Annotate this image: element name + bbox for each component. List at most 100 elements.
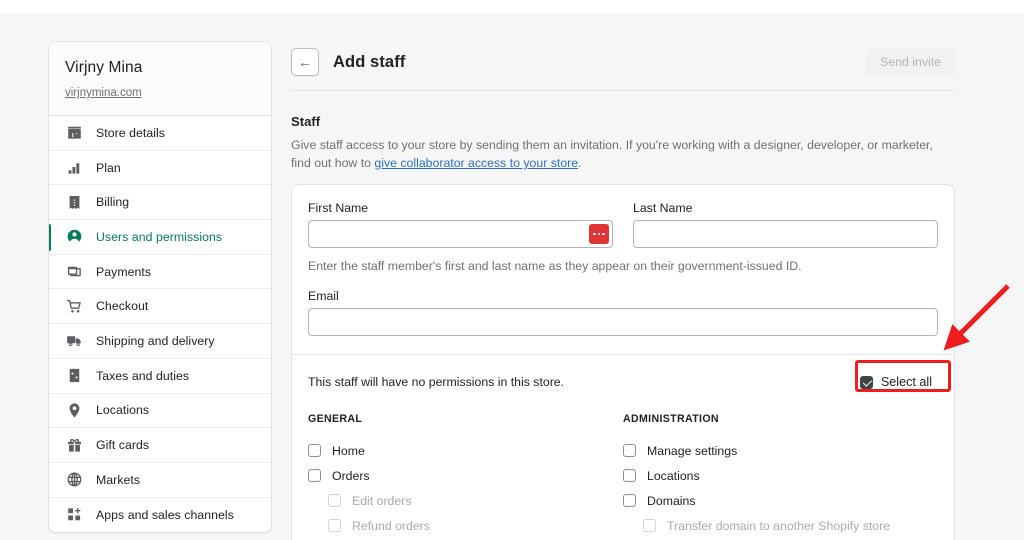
staff-section-title: Staff — [291, 114, 321, 129]
store-name: Virjny Mina — [65, 59, 143, 76]
name-row: First Name Last Name — [308, 201, 938, 248]
sidebar-item-billing[interactable]: Billing — [49, 185, 271, 221]
staff-form-body: First Name Last Name Enter the staff mem — [292, 185, 954, 354]
user-icon — [66, 228, 83, 245]
permission-label: Domains — [647, 493, 696, 508]
sidebar-item-locations[interactable]: Locations — [49, 394, 271, 429]
sidebar-item-checkout[interactable]: Checkout — [49, 289, 271, 325]
send-invite-button[interactable]: Send invite — [866, 48, 955, 76]
main-content: ← Add staff Send invite Staff Give staff… — [291, 41, 955, 540]
last-name-input[interactable] — [633, 220, 938, 248]
page-title: Add staff — [333, 52, 406, 71]
permission-checkbox-edit-orders — [328, 494, 341, 507]
permission-checkbox-locations[interactable] — [623, 469, 636, 482]
permission-checkbox-home[interactable] — [308, 444, 321, 457]
general-permission-list: HomeOrdersEdit ordersRefund ordersCharge… — [308, 438, 623, 540]
globe-icon — [66, 471, 83, 488]
permission-label: Manage settings — [647, 443, 738, 458]
permission-label: Locations — [647, 468, 700, 483]
permission-checkbox-transfer-domain-to-another-shopify-store — [643, 519, 656, 532]
gift-icon — [66, 437, 83, 454]
permission-label: Orders — [332, 468, 370, 483]
email-field-group: Email — [308, 289, 938, 336]
sidebar-item-plan[interactable]: Plan — [49, 151, 271, 186]
sidebar-nav-list: Store details Plan Billing Users and permis… — [49, 116, 271, 532]
sidebar-item-users-and-permissions[interactable]: Users and permissions — [49, 220, 271, 255]
permission-item-transfer-domain-to-another-shopify-store: Transfer domain to another Shopify store — [623, 513, 938, 538]
collaborator-access-link[interactable]: give collaborator access to your store — [374, 156, 578, 170]
sidebar-item-label: Checkout — [96, 299, 149, 314]
sidebar-item-label: Apps and sales channels — [96, 507, 234, 522]
sidebar-item-payments[interactable]: Payments — [49, 255, 271, 290]
sidebar-item-label: Users and permissions — [96, 229, 223, 244]
permissions-column-administration: ADMINISTRATION Manage settings Locations D… — [623, 413, 938, 540]
percent-icon — [66, 367, 83, 384]
permission-item-domains[interactable]: Domains — [623, 488, 938, 513]
sidebar-item-label: Store details — [96, 125, 166, 140]
sidebar-item-taxes-and-duties[interactable]: Taxes and duties — [49, 359, 271, 394]
staff-section-description: Give staff access to your store by sendi… — [291, 136, 939, 172]
select-all-checkbox[interactable] — [859, 375, 873, 389]
last-name-field-group: Last Name — [633, 201, 938, 248]
store-domain-link[interactable]: virjnymina.com — [65, 87, 142, 99]
first-name-input-wrap — [308, 220, 613, 248]
permission-checkbox-refund-orders — [328, 519, 341, 532]
sidebar-item-store-details[interactable]: Store details — [49, 116, 271, 151]
settings-sidebar: Virjny Mina virjnymina.com Store details… — [48, 41, 272, 534]
select-all-label: Select all — [880, 375, 932, 389]
name-help-text: Enter the staff member's first and last … — [308, 259, 802, 273]
permission-label: Refund orders — [352, 518, 430, 533]
permission-label: Home — [332, 443, 365, 458]
permissions-note: This staff will have no permissions in t… — [308, 375, 565, 389]
sidebar-item-label: Gift cards — [96, 438, 150, 453]
sidebar-item-shipping-and-delivery[interactable]: Shipping and delivery — [49, 324, 271, 359]
last-name-input-wrap — [633, 220, 938, 248]
password-manager-icon[interactable] — [589, 224, 609, 244]
payments-icon — [66, 263, 83, 280]
billing-icon — [66, 194, 83, 211]
permissions-header: This staff will have no permissions in t… — [292, 355, 954, 392]
administration-permission-list: Manage settings Locations Domains Transfer … — [623, 438, 938, 540]
last-name-label: Last Name — [633, 201, 693, 215]
store-header: Virjny Mina virjnymina.com — [49, 42, 271, 116]
permissions-columns: GENERAL Home Orders Edit orders Refund orde… — [292, 392, 954, 540]
permission-label: Transfer domain to another Shopify store — [667, 518, 891, 533]
page-header: ← Add staff Send invite — [291, 41, 955, 83]
permission-item-manage-settings[interactable]: Manage settings — [623, 438, 938, 463]
first-name-input[interactable] — [308, 220, 613, 248]
store-icon — [66, 124, 83, 141]
first-name-field-group: First Name — [308, 201, 613, 248]
permission-checkbox-domains[interactable] — [623, 494, 636, 507]
sidebar-item-label: Taxes and duties — [96, 368, 190, 383]
permission-item-refund-orders: Refund orders — [308, 513, 623, 538]
app-page: Virjny Mina virjnymina.com Store details… — [0, 0, 1024, 540]
sidebar-item-label: Payments — [96, 264, 152, 279]
administration-column-title: ADMINISTRATION — [623, 413, 719, 425]
sidebar-item-gift-cards[interactable]: Gift cards — [49, 428, 271, 463]
pin-icon — [66, 402, 83, 419]
sidebar-item-label: Billing — [96, 195, 130, 210]
permission-item-edit-orders: Edit orders — [308, 488, 623, 513]
truck-icon — [66, 332, 83, 349]
staff-desc-text-after: . — [578, 156, 582, 170]
plan-icon — [66, 159, 83, 176]
permission-checkbox-orders[interactable] — [308, 469, 321, 482]
permission-checkbox-manage-settings[interactable] — [623, 444, 636, 457]
sidebar-item-apps-and-sales-channels[interactable]: Apps and sales channels — [49, 498, 271, 533]
header-divider — [291, 90, 955, 91]
apps-icon — [66, 506, 83, 523]
select-all-checkbox-row[interactable]: Select all — [854, 372, 938, 392]
sidebar-item-label: Plan — [96, 160, 121, 175]
back-button[interactable]: ← — [291, 48, 319, 76]
email-label: Email — [308, 289, 339, 303]
sidebar-item-label: Shipping and delivery — [96, 333, 215, 348]
sidebar-item-markets[interactable]: Markets — [49, 463, 271, 498]
permissions-column-general: GENERAL Home Orders Edit orders Refund orde… — [308, 413, 623, 540]
permission-item-locations[interactable]: Locations — [623, 463, 938, 488]
sidebar-item-label: Markets — [96, 472, 141, 487]
email-input[interactable] — [308, 308, 938, 336]
browser-top-strip — [0, 0, 1024, 13]
permission-item-orders[interactable]: Orders — [308, 463, 623, 488]
first-name-label: First Name — [308, 201, 369, 215]
permission-item-home[interactable]: Home — [308, 438, 623, 463]
